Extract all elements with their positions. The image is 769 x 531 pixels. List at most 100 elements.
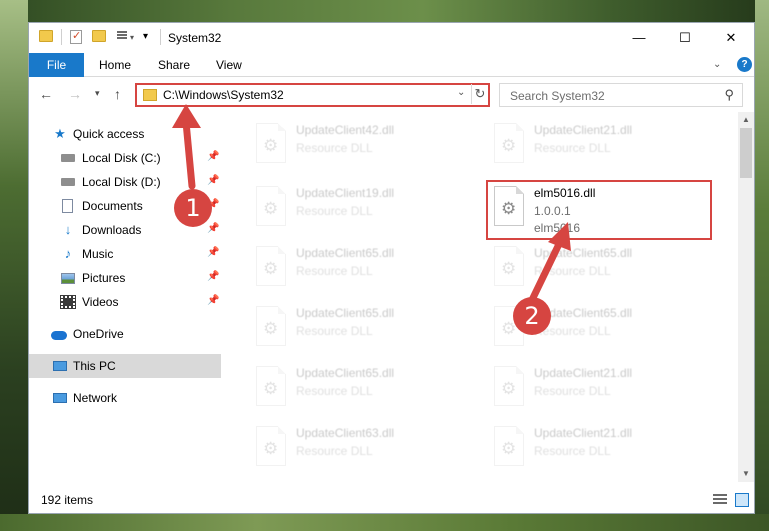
chevron-down-icon[interactable]: ▾ <box>130 33 134 42</box>
sidebar-item-label: Pictures <box>82 271 126 285</box>
network-icon <box>53 391 67 405</box>
file-name: UpdateClient65.dll <box>296 366 395 380</box>
scroll-down-arrow-icon[interactable]: ▼ <box>738 466 754 482</box>
downloads-icon: ↓ <box>64 222 72 237</box>
step-callout-1: 1 <box>174 189 212 227</box>
properties-check-icon[interactable] <box>70 29 82 44</box>
file-item[interactable]: ⚙ UpdateClient21.dll Resource DLL <box>486 360 714 418</box>
navigation-pane: ★ Quick access Local Disk (C:) 📌 Local D… <box>29 112 223 482</box>
scroll-thumb[interactable] <box>740 128 752 178</box>
tab-file[interactable]: File <box>29 53 84 77</box>
address-bar[interactable]: C:\Windows\System32 ⌄ ↻ <box>135 83 490 107</box>
onedrive-icon <box>51 327 67 341</box>
tab-home[interactable]: Home <box>95 53 135 77</box>
videos-icon <box>60 295 76 309</box>
sidebar-item-this-pc[interactable]: This PC <box>29 354 221 378</box>
title-bar: ▾ ▾ System32 — ☐ ✕ <box>29 23 754 53</box>
sidebar-item-label: Quick access <box>73 127 145 141</box>
dll-file-icon: ⚙ <box>254 246 288 290</box>
file-item[interactable]: ⚙ UpdateClient63.dll Resource DLL <box>248 420 476 478</box>
address-dropdown-icon[interactable]: ⌄ <box>457 87 465 98</box>
file-name: UpdateClient21.dll <box>534 366 633 380</box>
dll-file-icon: ⚙ <box>254 306 288 350</box>
dll-file-icon: ⚙ <box>492 426 526 470</box>
file-item[interactable]: ⚙ UpdateClient65.dll Resource DLL <box>486 240 714 298</box>
file-description: Resource DLL <box>296 264 373 278</box>
dll-file-icon: ⚙ <box>492 123 526 167</box>
search-box[interactable]: Search System32 ⚲ <box>499 83 743 107</box>
search-input[interactable]: Search System32 <box>510 89 605 103</box>
address-path[interactable]: C:\Windows\System32 <box>163 88 284 102</box>
explorer-window: ▾ ▾ System32 — ☐ ✕ File Home Share View … <box>28 22 755 514</box>
folder-icon[interactable] <box>39 30 53 42</box>
sidebar-item-local-disk-c[interactable]: Local Disk (C:) 📌 <box>29 146 221 170</box>
scroll-up-arrow-icon[interactable]: ▲ <box>738 112 754 128</box>
maximize-button[interactable]: ☐ <box>662 23 708 53</box>
tab-share[interactable]: Share <box>154 53 194 77</box>
file-description: Resource DLL <box>296 384 373 398</box>
desktop-background-right <box>755 0 769 531</box>
tab-view[interactable]: View <box>212 53 246 77</box>
vertical-scrollbar[interactable]: ▲ ▼ <box>738 112 754 482</box>
pin-icon[interactable]: 📌 <box>207 175 219 186</box>
file-item[interactable]: ⚙ UpdateClient65.dll Resource DLL <box>248 300 476 358</box>
step-callout-2: 2 <box>513 297 551 335</box>
back-arrow-icon[interactable]: ← <box>39 86 53 102</box>
sidebar-item-label: Videos <box>82 295 119 309</box>
sidebar-item-music[interactable]: ♪ Music 📌 <box>29 242 221 266</box>
new-folder-icon[interactable] <box>92 30 106 42</box>
dll-file-icon: ⚙ <box>492 246 526 290</box>
file-description: Resource DLL <box>296 444 373 458</box>
file-item[interactable]: ⚙ UpdateClient65.dll Resource DLL <box>248 240 476 298</box>
minimize-button[interactable]: — <box>616 23 662 53</box>
search-icon[interactable]: ⚲ <box>724 87 734 103</box>
sidebar-item-onedrive[interactable]: OneDrive <box>29 322 221 346</box>
sidebar-item-label: Music <box>82 247 114 261</box>
file-description: Resource DLL <box>296 204 373 218</box>
details-view-icon[interactable] <box>713 494 727 506</box>
file-item[interactable]: ⚙ UpdateClient21.dll Resource DLL <box>486 117 714 175</box>
sidebar-item-label: This PC <box>73 359 116 373</box>
close-button[interactable]: ✕ <box>708 23 754 53</box>
window-title: System32 <box>168 31 222 45</box>
pin-icon[interactable]: 📌 <box>207 295 219 306</box>
large-icons-view-icon[interactable] <box>735 493 749 507</box>
sidebar-item-label: Downloads <box>82 223 142 237</box>
drive-icon <box>61 151 75 165</box>
sidebar-item-pictures[interactable]: Pictures 📌 <box>29 266 221 290</box>
file-item[interactable]: ⚙ UpdateClient42.dll Resource DLL <box>248 117 476 175</box>
file-description: Resource DLL <box>534 444 611 458</box>
pin-icon[interactable]: 📌 <box>207 247 219 258</box>
file-name: UpdateClient19.dll <box>296 186 395 200</box>
list-properties-icon[interactable] <box>113 30 127 42</box>
music-icon: ♪ <box>64 246 72 261</box>
sidebar-item-quick-access[interactable]: ★ Quick access <box>29 122 221 146</box>
help-icon[interactable]: ? <box>737 57 752 72</box>
file-name: UpdateClient21.dll <box>534 426 633 440</box>
file-highlight-box <box>486 180 712 240</box>
customize-toolbar-icon[interactable]: ▾ <box>143 31 148 42</box>
file-name: UpdateClient21.dll <box>534 123 633 137</box>
item-count: 192 items <box>41 493 94 507</box>
recent-locations-chevron-icon[interactable]: ▾ <box>95 88 100 99</box>
pin-icon[interactable]: 📌 <box>207 223 219 234</box>
sidebar-item-label: Network <box>73 391 118 405</box>
expand-ribbon-chevron-icon[interactable]: ⌄ <box>713 59 721 70</box>
file-item[interactable]: ⚙ UpdateClient19.dll Resource DLL <box>248 180 476 238</box>
status-bar: 192 items <box>29 488 754 513</box>
up-arrow-icon[interactable]: ↑ <box>114 86 121 102</box>
file-item[interactable]: ⚙ UpdateClient65.dll Resource DLL <box>248 360 476 418</box>
forward-arrow-icon[interactable]: → <box>68 86 82 102</box>
sidebar-item-network[interactable]: Network <box>29 386 221 410</box>
refresh-icon[interactable]: ↻ <box>471 84 488 104</box>
divider <box>160 29 161 45</box>
pin-icon[interactable]: 📌 <box>207 151 219 162</box>
pin-icon[interactable]: 📌 <box>207 271 219 282</box>
drive-icon <box>61 175 75 189</box>
file-name: UpdateClient65.dll <box>296 246 395 260</box>
sidebar-item-videos[interactable]: Videos 📌 <box>29 290 221 314</box>
file-name: UpdateClient42.dll <box>296 123 395 137</box>
file-item[interactable]: ⚙ UpdateClient21.dll Resource DLL <box>486 420 714 478</box>
sidebar-item-label: Local Disk (C:) <box>82 151 161 165</box>
desktop-background-bottom <box>0 514 769 531</box>
